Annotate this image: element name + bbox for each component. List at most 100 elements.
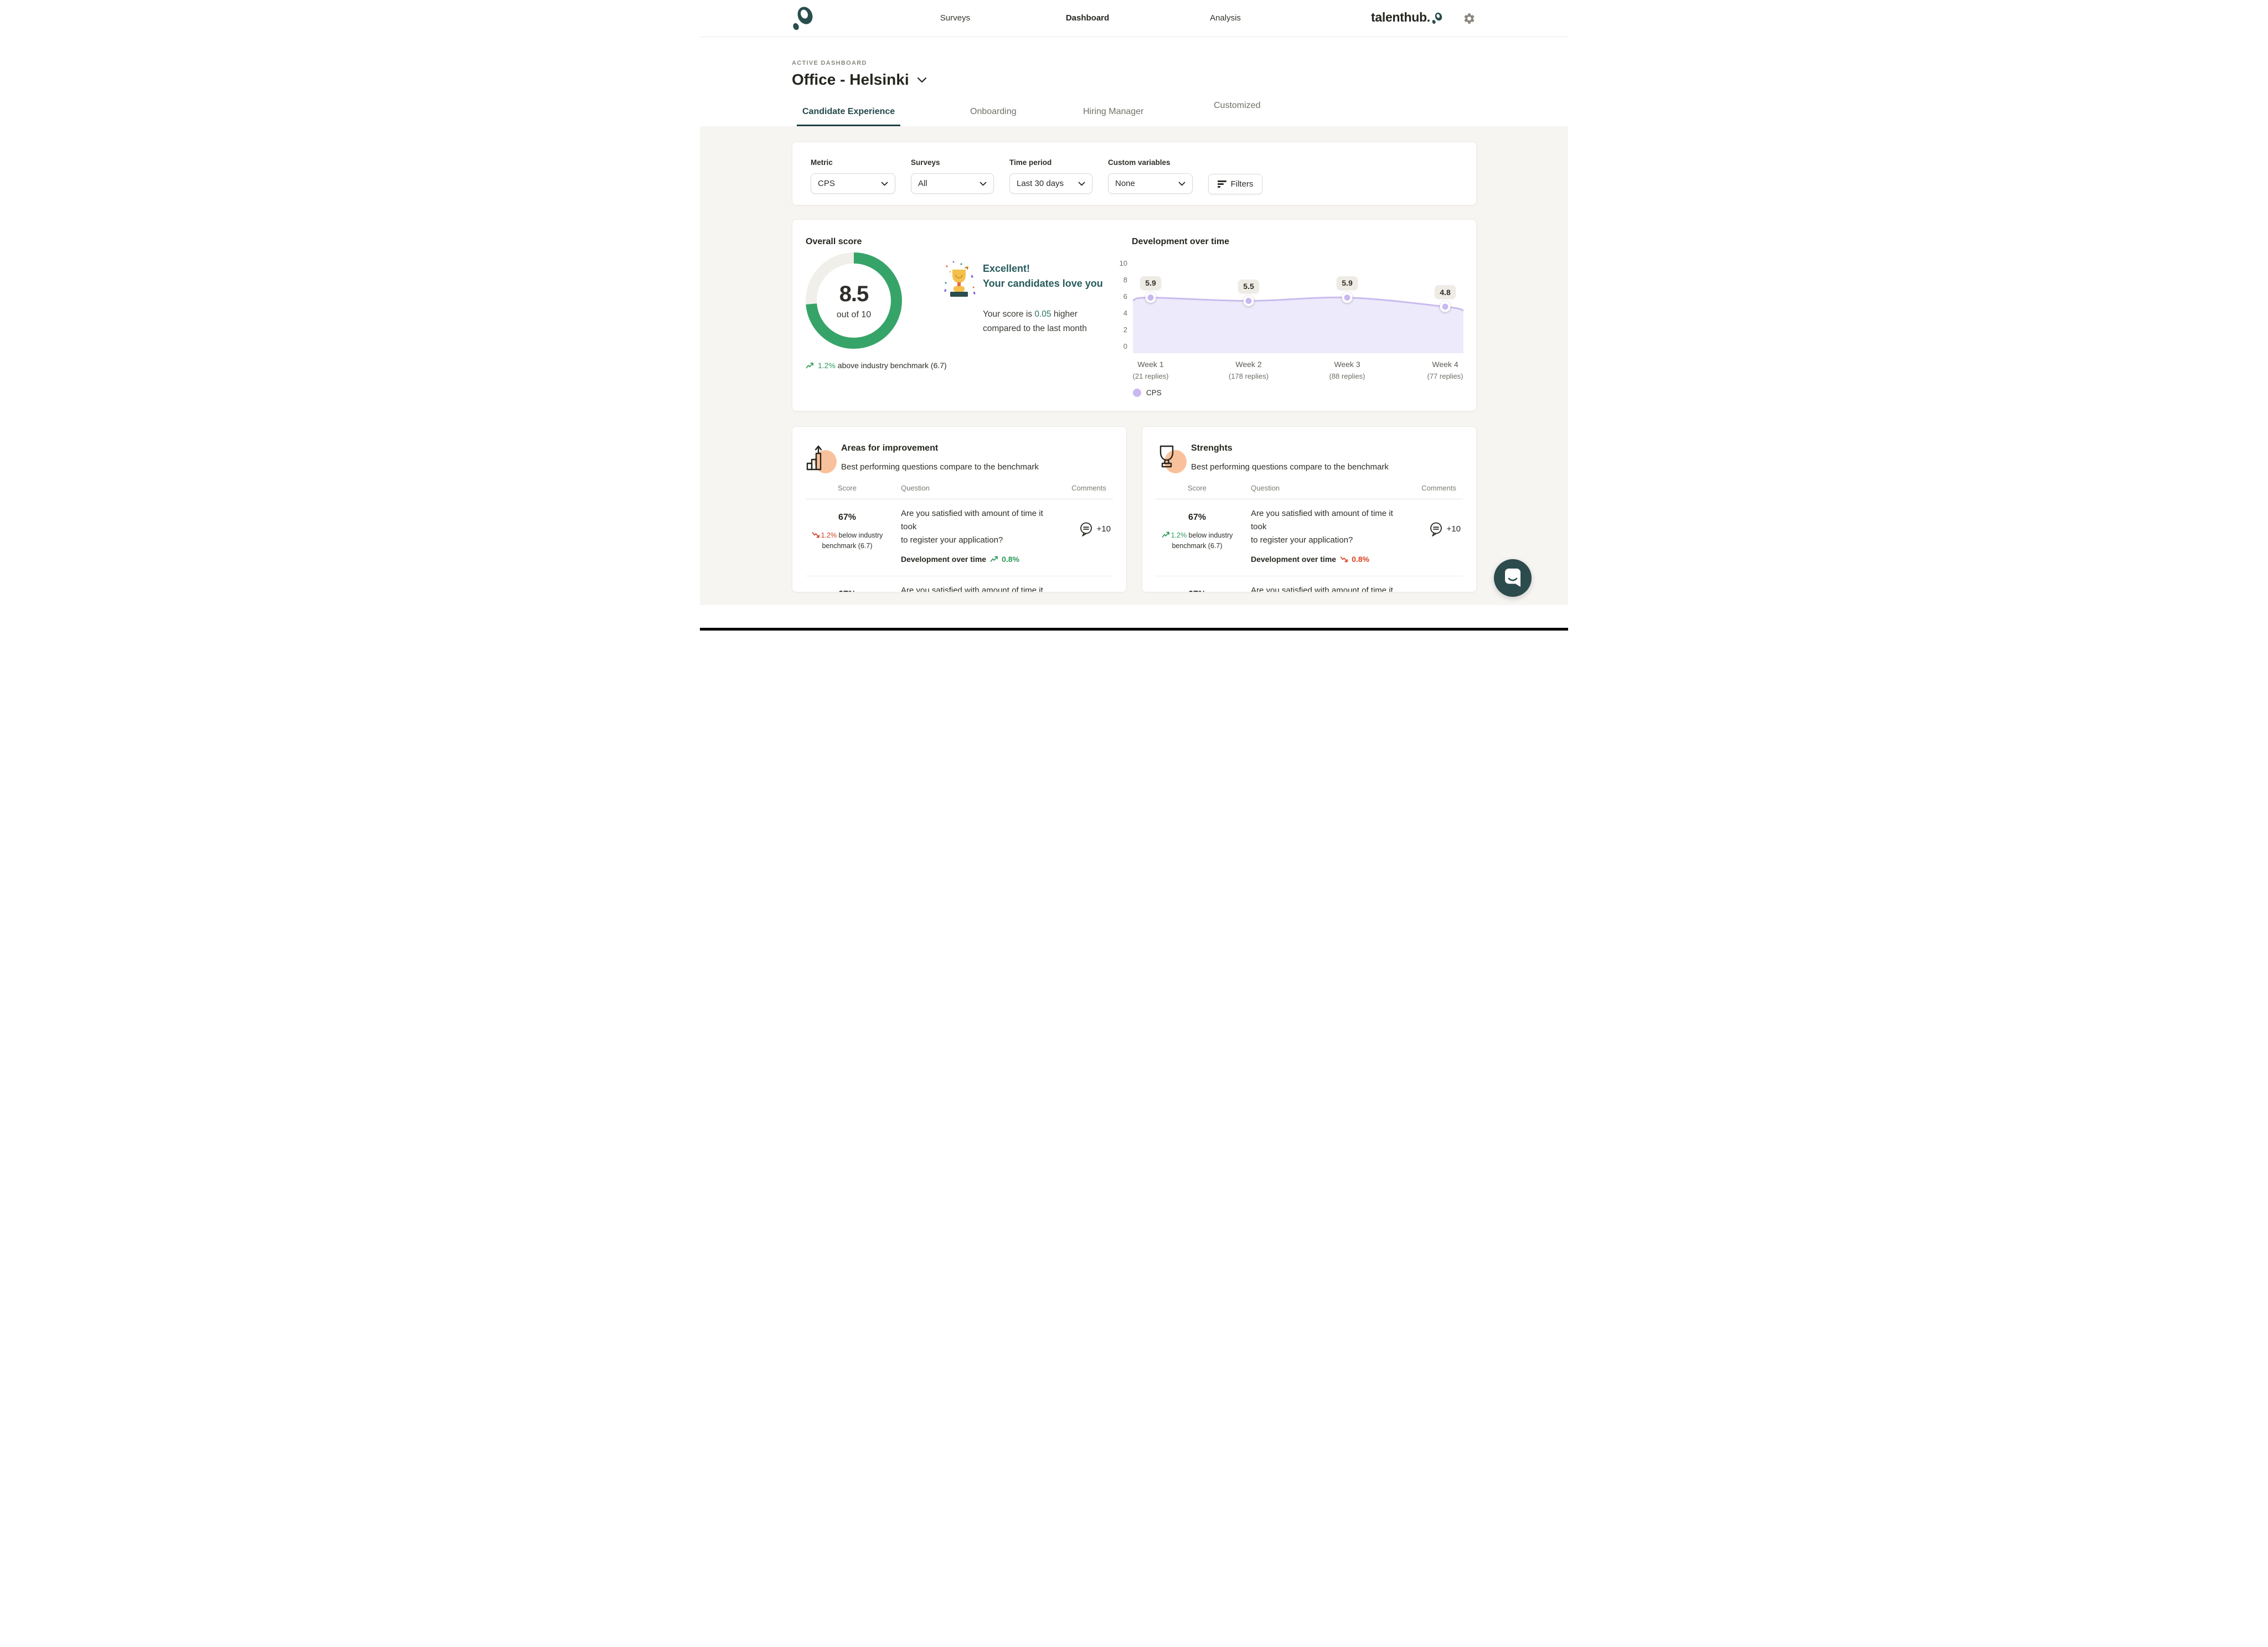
score-cell: 67% 1.2% below industry benchmark (6.7) <box>1156 507 1239 566</box>
column-question: Question <box>1251 484 1280 492</box>
filter-bar: Metric CPS Surveys All Time period Last … <box>792 142 1477 205</box>
score-value: 67% <box>1188 513 1207 522</box>
chevron-down-icon <box>881 182 888 185</box>
chart-point[interactable] <box>1342 292 1353 303</box>
filter-field-metric: Metric CPS <box>811 158 895 194</box>
dashboard-selector[interactable]: Office - Helsinki <box>792 71 927 89</box>
tab-candidate-experience[interactable]: Candidate Experience <box>797 107 901 126</box>
brand-wordmark: talenthub. <box>1371 10 1443 29</box>
filter-icon <box>1217 180 1226 188</box>
overall-score-card: Overall score 8.5 out of 10 Excellent! Y… <box>792 219 1477 411</box>
chart-area <box>1132 292 1464 353</box>
surveys-label: Surveys <box>911 158 940 167</box>
top-nav: Surveys Dashboard Analysis talenthub. <box>700 0 1568 37</box>
x-axis-sublabel: (77 replies) <box>1427 372 1463 380</box>
nav-item-dashboard[interactable]: Dashboard <box>1066 13 1109 23</box>
comments-button[interactable]: +10 <box>1052 520 1113 537</box>
score-cell: 67% 1.2% below industry benchmark (6.7) <box>1156 584 1239 592</box>
y-axis-label: 8 <box>1123 276 1127 284</box>
bottom-bar <box>700 628 1568 631</box>
x-axis-label: Week 3 <box>1334 360 1360 369</box>
trend-text2: benchmark (6.7) <box>822 542 873 550</box>
trend-up-icon <box>806 362 813 368</box>
x-axis-sublabel: (178 replies) <box>1228 372 1269 380</box>
time-period-select[interactable]: Last 30 days <box>1009 173 1092 194</box>
trend-up-icon <box>990 556 998 562</box>
trend-down-icon <box>1340 556 1348 562</box>
chat-launcher[interactable] <box>1494 559 1532 597</box>
score-cell: 67% 1.2% below industry benchmark (6.7) <box>806 507 889 566</box>
dashboard-content: Metric CPS Surveys All Time period Last … <box>700 126 1568 605</box>
talenthub-logo-icon[interactable] <box>791 6 815 34</box>
chat-bubble-icon <box>1505 569 1520 587</box>
growth-icon-wrap <box>806 443 837 473</box>
areas-for-improvement-card: Areas for improvement Best performing qu… <box>792 426 1127 592</box>
comments-count: +10 <box>1446 524 1461 534</box>
legend-dot <box>1133 389 1141 397</box>
table-header: Score Question Comments <box>806 484 1113 499</box>
nav-item-analysis[interactable]: Analysis <box>1210 13 1241 23</box>
chart-point-label: 5.9 <box>1337 276 1358 290</box>
x-axis-sublabel: (88 replies) <box>1329 372 1365 380</box>
trend-pct: 1.2% <box>1171 531 1187 539</box>
chart-point-label: 5.9 <box>1140 276 1161 290</box>
table-row: 67% 1.2% below industry benchmark (6.7) … <box>806 499 1113 576</box>
score-cell: 67% 1.2% below industry benchmark (6.7) <box>806 584 889 592</box>
benchmark-rest: above industry benchmark (6.7) <box>835 361 947 370</box>
question-cell: Are you satisfied with amount of time it… <box>889 584 1052 592</box>
filters-button[interactable]: Filters <box>1208 174 1262 194</box>
growth-chart-icon <box>806 445 822 471</box>
comments-button[interactable]: +10 <box>1402 520 1463 537</box>
trophy-illustration <box>942 259 978 301</box>
score-donut: 8.5 out of 10 <box>806 252 902 349</box>
score-delta-text: Your score is 0.05 higher compared to th… <box>983 307 1087 336</box>
metric-select[interactable]: CPS <box>811 173 895 194</box>
settings-gear-icon[interactable] <box>1463 12 1476 28</box>
delta-suffix: higher <box>1051 309 1078 319</box>
table-header: Score Question Comments <box>1156 484 1463 499</box>
chart-legend: CPS <box>1133 389 1162 397</box>
tab-onboarding[interactable]: Onboarding <box>965 107 1022 126</box>
table-row: 67% 1.2% below industry benchmark (6.7) … <box>806 576 1113 592</box>
y-axis-label: 10 <box>1119 259 1127 267</box>
column-score: Score <box>838 484 857 492</box>
chart-point[interactable] <box>1243 296 1254 306</box>
praise-block: Excellent! Your candidates love you <box>942 261 1103 297</box>
chart-point[interactable] <box>1440 301 1451 312</box>
column-question: Question <box>901 484 930 492</box>
comment-bubble-icon <box>1080 522 1092 536</box>
filter-field-surveys: Surveys All <box>911 158 994 194</box>
dashboard-tabs: Candidate Experience Onboarding Hiring M… <box>700 89 1568 126</box>
time-period-label: Time period <box>1009 158 1052 167</box>
strengths-card: Strenghts Best performing questions comp… <box>1142 426 1477 592</box>
question-cards-row: Areas for improvement Best performing qu… <box>792 426 1477 592</box>
column-comments: Comments <box>1421 484 1456 492</box>
question-line2: to register your application? <box>1251 535 1353 545</box>
filter-field-custom-variables: Custom variables None <box>1108 158 1193 194</box>
filters-button-label: Filters <box>1230 179 1254 189</box>
question-line1: Are you satisfied with amount of time it… <box>901 586 1043 592</box>
chart-point-label: 5.5 <box>1238 279 1259 293</box>
custom-variables-select[interactable]: None <box>1108 173 1193 194</box>
trend-pct: 1.2% <box>821 531 837 539</box>
table-row: 67% 1.2% below industry benchmark (6.7) … <box>1156 499 1463 576</box>
nav-item-surveys[interactable]: Surveys <box>940 13 970 23</box>
active-dashboard-eyebrow: ACTIVE DASHBOARD <box>792 60 867 66</box>
trend-text: below industry <box>837 531 883 539</box>
question-cell: Are you satisfied with amount of time it… <box>889 507 1052 566</box>
trend-text2: benchmark (6.7) <box>1172 542 1223 550</box>
overall-score-title: Overall score <box>806 237 862 246</box>
chart-title: Development over time <box>1132 237 1230 246</box>
card-subtitle: Best performing questions compare to the… <box>1191 462 1389 472</box>
delta-line2: compared to the last month <box>983 324 1087 333</box>
custom-variables-value: None <box>1115 179 1135 188</box>
y-axis-label: 4 <box>1123 309 1127 317</box>
chart-point[interactable] <box>1145 292 1156 303</box>
brand-text: talenthub. <box>1371 10 1430 24</box>
tab-hiring-manager[interactable]: Hiring Manager <box>1078 107 1149 126</box>
score-out-of: out of 10 <box>836 309 872 319</box>
surveys-select[interactable]: All <box>911 173 994 194</box>
card-header: Strenghts Best performing questions comp… <box>1156 443 1463 473</box>
tab-customized[interactable]: Customized <box>1208 101 1266 120</box>
question-line1: Are you satisfied with amount of time it… <box>1251 509 1393 531</box>
